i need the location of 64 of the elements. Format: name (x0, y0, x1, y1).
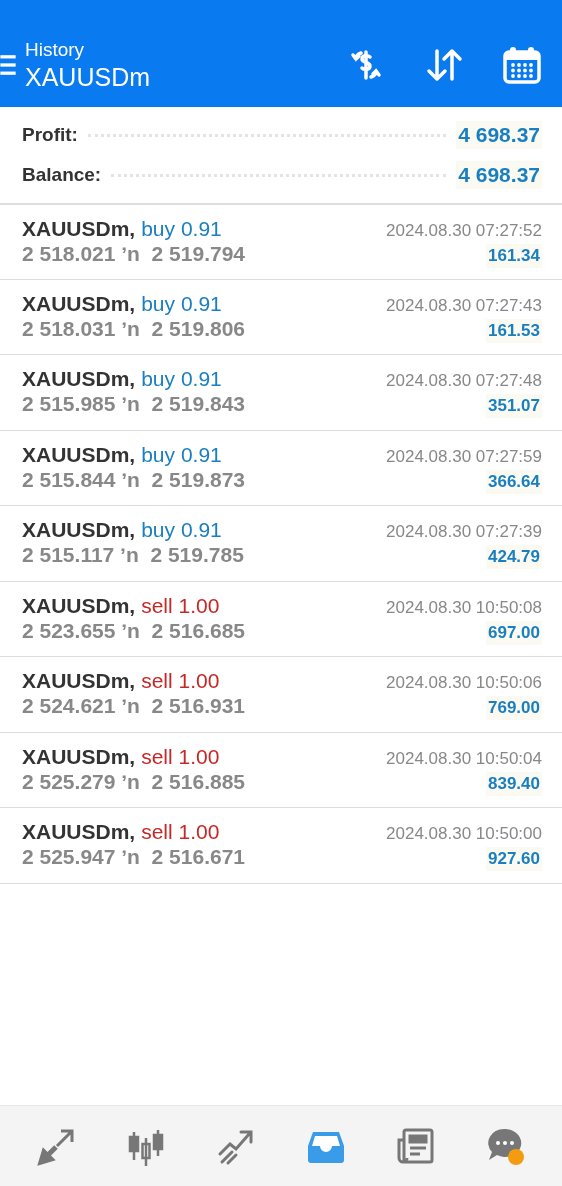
deal-symbol: XAUUSDm, (22, 367, 136, 391)
newspaper-icon[interactable] (395, 1126, 436, 1166)
deal-action: buy 0.91 (141, 217, 222, 241)
deal-action: sell 1.00 (141, 669, 220, 693)
summary-label: Balance: (22, 164, 102, 186)
deal-symbol: XAUUSDm, (22, 820, 136, 844)
deal-row[interactable]: XAUUSDm, sell 1.00 2024.08.30 10:50:04 2 525.279 ʼn 2 516.885 839.40 (0, 732, 562, 808)
deal-row[interactable]: XAUUSDm, sell 1.00 2024.08.30 10:50:06 2 524.621 ʼn 2 516.931 769.00 (0, 657, 562, 733)
deal-symbol: XAUUSDm, (22, 744, 136, 769)
deal-time: 2024.08.30 10:50:04 (386, 748, 542, 769)
deal-prices: 2 524.621 ʼn 2 516.931 (22, 694, 245, 718)
deal-prices: 2 515.117 ʼn 2 519.785 (22, 543, 244, 567)
chat-icon[interactable] (485, 1126, 526, 1166)
symbol-title: XAUUSDm (25, 62, 151, 92)
deal-profit: 769.00 (486, 696, 542, 720)
deal-prices: 2 525.947 ʼn 2 516.671 (22, 845, 245, 869)
deal-profit: 424.79 (486, 545, 542, 569)
deal-time: 2024.08.30 07:27:48 (386, 371, 542, 391)
deal-time: 2024.08.30 07:27:43 (386, 295, 542, 316)
deal-symbol: XAUUSDm, (22, 518, 136, 542)
deal-row[interactable]: XAUUSDm, buy 0.91 2024.08.30 07:27:39 2 515.117 ʼn 2 519.785 424.79 (0, 506, 562, 582)
screen-subtitle: History (25, 38, 86, 62)
deal-time: 2024.08.30 10:50:08 (386, 597, 542, 618)
deal-action: sell 1.00 (141, 744, 220, 769)
deal-prices: 2 518.021 ʼn 2 519.794 (22, 242, 245, 266)
deal-profit: 927.60 (486, 847, 542, 871)
deal-action: sell 1.00 (141, 820, 220, 844)
deal-time: 2024.08.30 10:50:06 (386, 673, 542, 693)
deal-prices: 2 523.655 ʼn 2 516.685 (22, 618, 245, 643)
deal-row[interactable]: XAUUSDm, buy 0.91 2024.08.30 07:27:43 2 518.031 ʼn 2 519.806 161.53 (0, 279, 562, 355)
deal-profit: 161.53 (486, 318, 542, 343)
deal-time: 2024.08.30 07:27:52 (386, 221, 542, 241)
deal-symbol: XAUUSDm, (22, 669, 136, 693)
deal-prices: 2 515.844 ʼn 2 519.873 (22, 467, 245, 492)
deal-time: 2024.08.30 07:27:39 (386, 522, 542, 542)
deal-action: sell 1.00 (141, 593, 220, 618)
deal-symbol: XAUUSDm, (22, 593, 136, 618)
deal-prices: 2 515.985 ʼn 2 519.843 (22, 392, 245, 416)
deal-prices: 2 518.031 ʼn 2 519.806 (22, 316, 245, 341)
deal-row[interactable]: XAUUSDm, sell 1.00 2024.08.30 10:50:08 2 523.655 ʼn 2 516.685 697.00 (0, 581, 562, 657)
deal-symbol: XAUUSDm, (22, 291, 136, 316)
deal-symbol: XAUUSDm, (22, 442, 136, 467)
summary-value: 4 698.37 (456, 161, 542, 189)
deal-profit: 697.00 (486, 620, 542, 645)
deal-action: buy 0.91 (141, 367, 222, 391)
menu-icon[interactable] (0, 53, 16, 77)
deal-action: buy 0.91 (141, 518, 222, 542)
summary-label: Profit: (22, 124, 78, 146)
deal-symbol: XAUUSDm, (22, 217, 136, 241)
deal-action: buy 0.91 (141, 442, 222, 467)
deal-profit: 351.07 (486, 394, 542, 418)
deal-prices: 2 525.279 ʼn 2 516.885 (22, 769, 245, 794)
deal-row[interactable]: XAUUSDm, sell 1.00 2024.08.30 10:50:00 2 525.947 ʼn 2 516.671 927.60 (0, 808, 562, 884)
deal-row[interactable]: XAUUSDm, buy 0.91 2024.08.30 07:27:48 2 515.985 ʼn 2 519.843 351.07 (0, 355, 562, 431)
summary-value: 4 698.37 (456, 121, 542, 149)
deal-profit: 366.64 (486, 469, 542, 494)
deal-profit: 839.40 (486, 771, 542, 796)
deal-profit: 161.34 (486, 244, 542, 268)
deal-time: 2024.08.30 07:27:59 (386, 446, 542, 467)
deal-row[interactable]: XAUUSDm, buy 0.91 2024.08.30 07:27:59 2 515.844 ʼn 2 519.873 366.64 (0, 430, 562, 506)
calendar-icon[interactable] (502, 45, 542, 85)
deal-time: 2024.08.30 10:50:00 (386, 824, 542, 844)
deal-row[interactable]: XAUUSDm, buy 0.91 2024.08.30 07:27:52 2 518.021 ʼn 2 519.794 161.34 (0, 204, 562, 280)
deal-action: buy 0.91 (141, 291, 222, 316)
